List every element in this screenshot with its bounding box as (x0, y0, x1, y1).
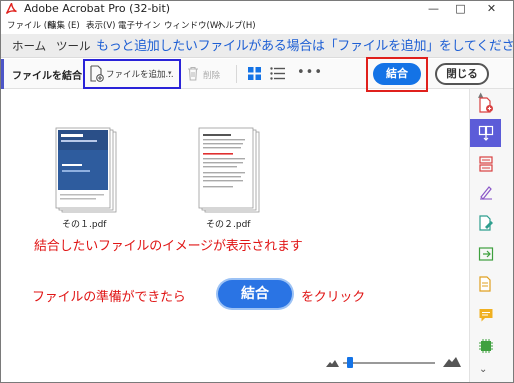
menu-window[interactable]: ウィンドウ(W) (164, 19, 222, 34)
instruction-suffix: をクリック (301, 290, 366, 305)
rail-scroll-down-icon[interactable]: ⌄ (479, 364, 487, 375)
zoom-out-mountain-icon[interactable] (326, 360, 339, 367)
tab-home[interactable]: ホーム (12, 38, 46, 54)
zoom-slider-track[interactable] (343, 362, 435, 364)
menu-help[interactable]: ヘルプ(H) (217, 19, 256, 34)
close-tool-button[interactable]: 閉じる (435, 63, 489, 85)
edit-pdf-icon[interactable] (478, 215, 494, 231)
list-view-icon[interactable] (270, 67, 285, 80)
comment-icon[interactable] (478, 276, 494, 292)
menu-view[interactable]: 表示(V) (86, 19, 115, 34)
zoom-in-mountain-icon[interactable] (443, 357, 461, 367)
annotation-banner: もっと追加したいファイルがある場合は「ファイルを追加」をしてください (96, 39, 514, 54)
file-name-label: その２.pdf (206, 220, 251, 230)
export-pdf-icon[interactable] (478, 246, 494, 262)
delete-button[interactable]: 削除 (203, 69, 220, 81)
more-options-button[interactable]: ••• (297, 66, 323, 79)
create-pdf-icon[interactable] (478, 97, 494, 113)
file-name-label: その１.pdf (62, 220, 107, 230)
minimize-button[interactable]: — (420, 1, 447, 17)
zoom-slider-thumb[interactable] (347, 357, 354, 368)
combine-files-icon[interactable] (478, 125, 494, 141)
instruction-prefix: ファイルの準備ができたら (32, 290, 186, 305)
print-production-icon[interactable] (478, 338, 494, 354)
combine-button[interactable]: 結合 (373, 63, 421, 85)
add-files-button[interactable]: ファイルを追加... (106, 68, 174, 80)
comment-bubble-icon[interactable] (478, 307, 494, 323)
file-thumbnail[interactable] (48, 126, 118, 216)
thumbnail-view-icon[interactable] (248, 67, 261, 80)
add-file-icon[interactable] (90, 65, 104, 82)
acrobat-logo-icon (6, 3, 17, 15)
tool-title: ファイルを結合 (12, 71, 82, 82)
menu-e-sign[interactable]: 電子サイン (118, 19, 161, 34)
add-files-dropdown-caret[interactable]: ▾ (168, 69, 172, 77)
trash-icon (188, 66, 198, 81)
toolbar-divider (236, 65, 237, 83)
fill-sign-icon[interactable] (478, 184, 494, 200)
file-thumbnail[interactable] (191, 126, 261, 216)
combine-button-illustration: 結合 (218, 280, 292, 308)
toolbar-accent-bar (1, 59, 4, 89)
menu-edit[interactable]: 編集 (E) (48, 19, 80, 34)
organize-pages-icon[interactable] (478, 156, 494, 172)
maximize-button[interactable]: □ (447, 1, 474, 17)
preview-annotation: 結合したいファイルのイメージが表示されます (34, 239, 303, 254)
window-title: Adobe Acrobat Pro (32-bit) (24, 2, 171, 15)
tab-tools[interactable]: ツール (56, 38, 91, 54)
close-window-button[interactable]: ✕ (478, 1, 505, 17)
